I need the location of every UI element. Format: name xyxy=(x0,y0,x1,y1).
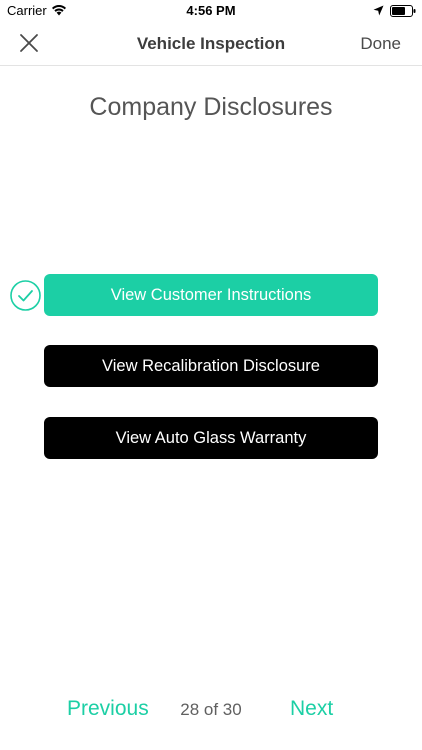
view-customer-instructions-button[interactable]: View Customer Instructions xyxy=(44,274,378,316)
page-indicator: 28 of 30 xyxy=(180,700,242,719)
disclosure-row-customer-instructions: View Customer Instructions xyxy=(0,274,422,317)
pager: Previous 28 of 30 Next xyxy=(0,694,422,726)
status-bar: Carrier 4:56 PM xyxy=(0,0,422,22)
next-button[interactable]: Next xyxy=(290,697,333,721)
navigation-bar: Vehicle Inspection Done xyxy=(0,22,422,66)
page-title: Company Disclosures xyxy=(89,93,333,121)
disclosure-row-recalibration: View Recalibration Disclosure xyxy=(0,345,422,388)
clock: 4:56 PM xyxy=(186,3,236,18)
done-button[interactable]: Done xyxy=(360,34,401,54)
nav-title: Vehicle Inspection xyxy=(136,34,286,53)
disclosure-row-auto-glass-warranty: View Auto Glass Warranty xyxy=(0,417,422,460)
battery-icon xyxy=(390,5,416,17)
checkmark-circle-icon xyxy=(10,280,41,311)
view-auto-glass-warranty-button[interactable]: View Auto Glass Warranty xyxy=(44,417,378,459)
view-recalibration-disclosure-button[interactable]: View Recalibration Disclosure xyxy=(44,345,378,387)
location-arrow-icon xyxy=(373,5,384,16)
